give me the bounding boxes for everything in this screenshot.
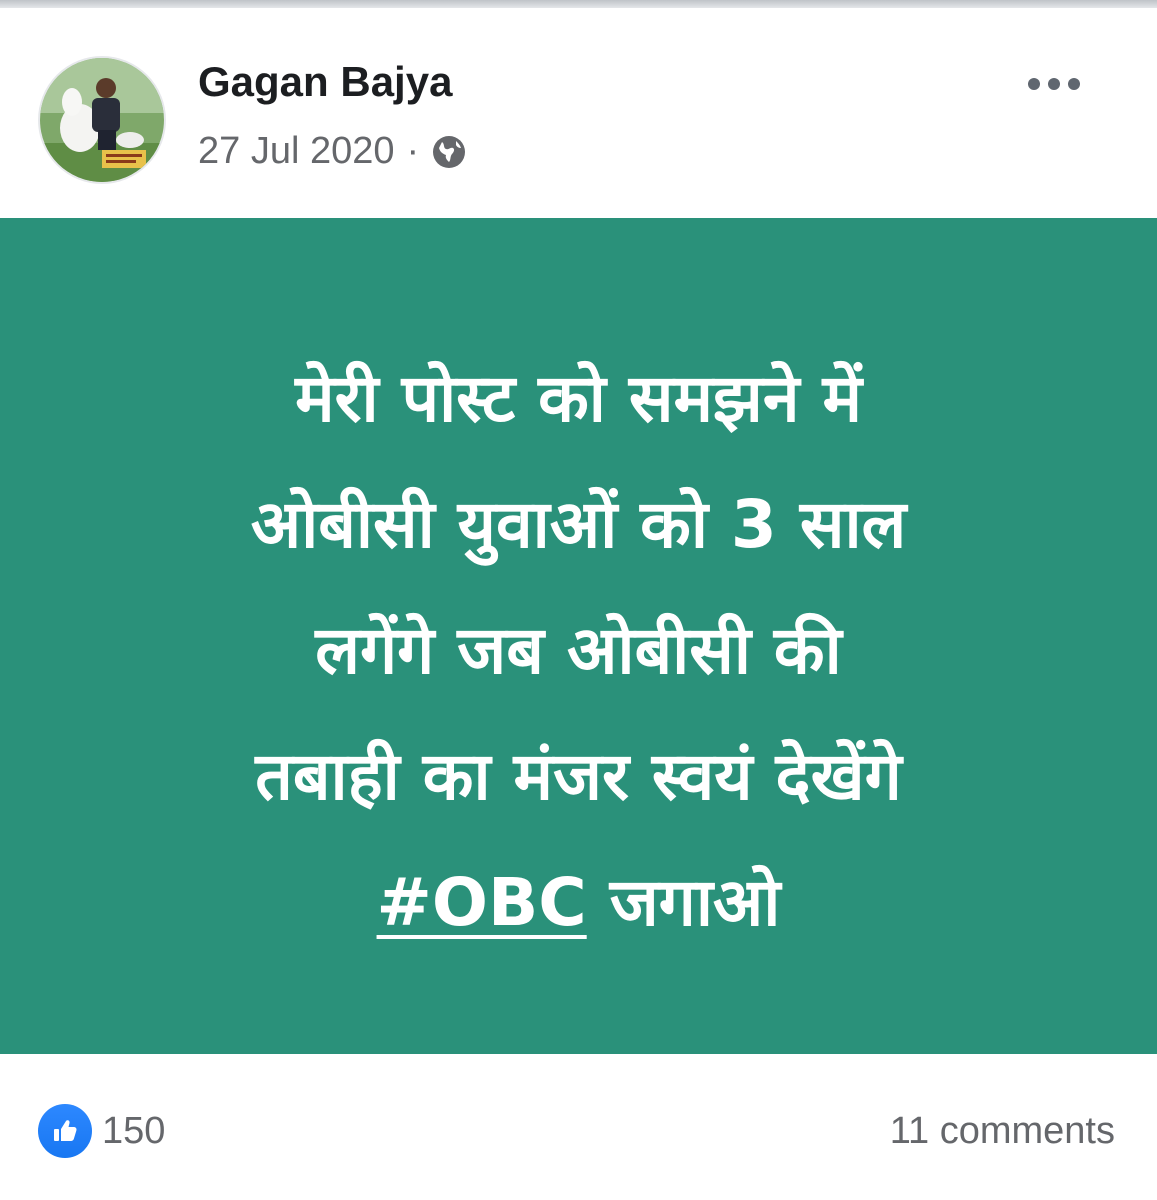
post-footer: 150 11 comments [0, 1054, 1157, 1200]
post-date[interactable]: 27 Jul 2020 [198, 130, 395, 173]
comments-count[interactable]: 11 comments [890, 1110, 1115, 1153]
thumbs-up-icon [38, 1104, 92, 1158]
more-dot [1048, 78, 1060, 90]
avatar-image [40, 58, 164, 182]
more-options-icon[interactable] [1012, 66, 1096, 102]
post-text-line-hashtag: #OBC जगाओ [0, 840, 1157, 966]
post-text-line: लगेंगे जब ओबीसी की [315, 612, 842, 689]
post-text-line: ओबीसी युवाओं को 3 साल [250, 486, 907, 563]
hashtag-suffix: जगाओ [609, 864, 781, 941]
post-header: Gagan Bajya 27 Jul 2020 · [0, 8, 1157, 218]
avatar[interactable] [38, 56, 166, 184]
top-divider [0, 0, 1157, 8]
post-text-line: मेरी पोस्ट को समझने में [295, 360, 862, 437]
reactions-summary[interactable]: 150 [38, 1104, 165, 1158]
more-dot [1068, 78, 1080, 90]
post-text-line: तबाही का मंजर स्वयं देखेंगे [255, 738, 902, 815]
author-name[interactable]: Gagan Bajya [198, 58, 452, 106]
hashtag-link[interactable]: #OBC [377, 864, 587, 941]
post-meta: 27 Jul 2020 · [198, 130, 467, 173]
globe-icon [433, 135, 466, 168]
more-dot [1028, 78, 1040, 90]
like-count: 150 [102, 1109, 166, 1152]
post-text: मेरी पोस्ट को समझने में ओबीसी युवाओं को … [0, 336, 1157, 966]
meta-separator: · [406, 130, 420, 172]
